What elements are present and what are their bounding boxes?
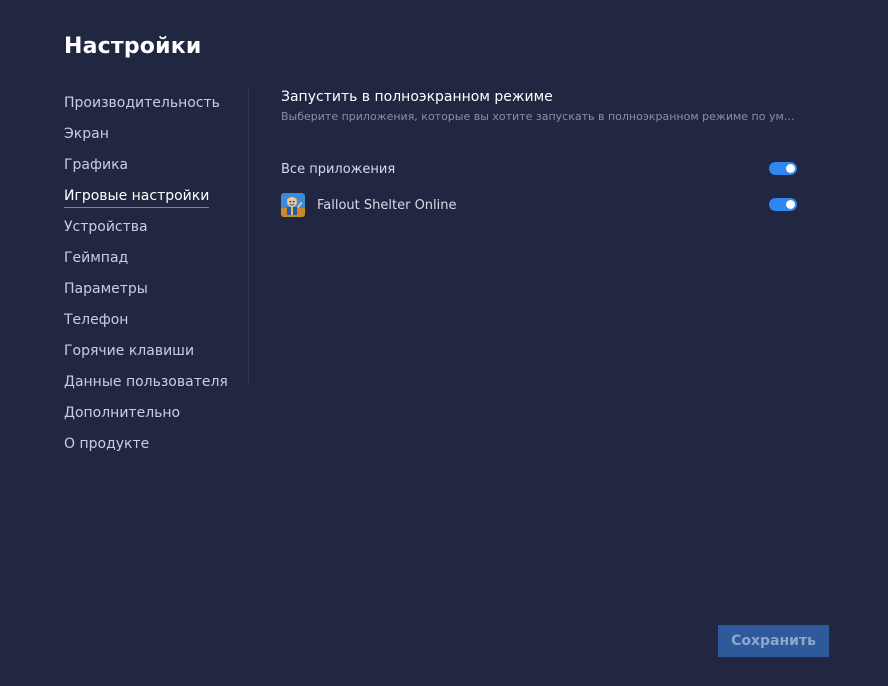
sidebar-item-devices[interactable]: Устройства xyxy=(64,212,248,243)
app-name: Fallout Shelter Online xyxy=(317,197,457,213)
sidebar-item-label: Данные пользователя xyxy=(64,374,228,390)
sidebar-item-graphics[interactable]: Графика xyxy=(64,150,248,181)
section-description: Выберите приложения, которые вы хотите з… xyxy=(281,110,797,123)
sidebar-item-label: Параметры xyxy=(64,281,148,297)
app-fullscreen-toggle[interactable] xyxy=(769,198,797,211)
sidebar-item-label: Производительность xyxy=(64,95,220,111)
sidebar-item-label: Графика xyxy=(64,157,129,173)
sidebar-item-advanced[interactable]: Дополнительно xyxy=(64,398,248,429)
fallout-shelter-app-icon xyxy=(281,193,305,217)
sidebar-item-preferences[interactable]: Параметры xyxy=(64,274,248,305)
sidebar-item-about[interactable]: О продукте xyxy=(64,429,248,460)
sidebar-item-label: Дополнительно xyxy=(64,405,181,421)
app-row: Fallout Shelter Online xyxy=(281,193,797,217)
sidebar-item-phone[interactable]: Телефон xyxy=(64,305,248,336)
sidebar-item-label: Устройства xyxy=(64,219,148,235)
all-apps-toggle[interactable] xyxy=(769,162,797,175)
sidebar-item-user-data[interactable]: Данные пользователя xyxy=(64,367,248,398)
sidebar-item-game-settings[interactable]: Игровые настройки xyxy=(64,181,248,212)
toggle-knob xyxy=(786,164,795,173)
all-apps-row: Все приложения xyxy=(281,157,797,181)
sidebar-item-label: Экран xyxy=(64,126,109,142)
sidebar-item-label: Игровые настройки xyxy=(64,188,210,208)
toggle-knob xyxy=(786,200,795,209)
sidebar-item-label: Горячие клавиши xyxy=(64,343,195,359)
all-apps-label: Все приложения xyxy=(281,161,396,177)
sidebar-divider xyxy=(248,88,249,384)
sidebar-item-display[interactable]: Экран xyxy=(64,119,248,150)
sidebar-item-shortcuts[interactable]: Горячие клавиши xyxy=(64,336,248,367)
fullscreen-settings-panel: Запустить в полноэкранном режиме Выберит… xyxy=(281,88,801,217)
save-button[interactable]: Сохранить xyxy=(718,625,829,657)
sidebar-item-label: О продукте xyxy=(64,436,150,452)
section-title: Запустить в полноэкранном режиме xyxy=(281,89,553,105)
sidebar-item-performance[interactable]: Производительность xyxy=(64,88,248,119)
sidebar-item-gamepad[interactable]: Геймпад xyxy=(64,243,248,274)
sidebar-item-label: Геймпад xyxy=(64,250,129,266)
page-title: Настройки xyxy=(64,34,202,59)
sidebar-item-label: Телефон xyxy=(64,312,129,328)
settings-sidebar: Производительность Экран Графика Игровые… xyxy=(64,88,248,460)
